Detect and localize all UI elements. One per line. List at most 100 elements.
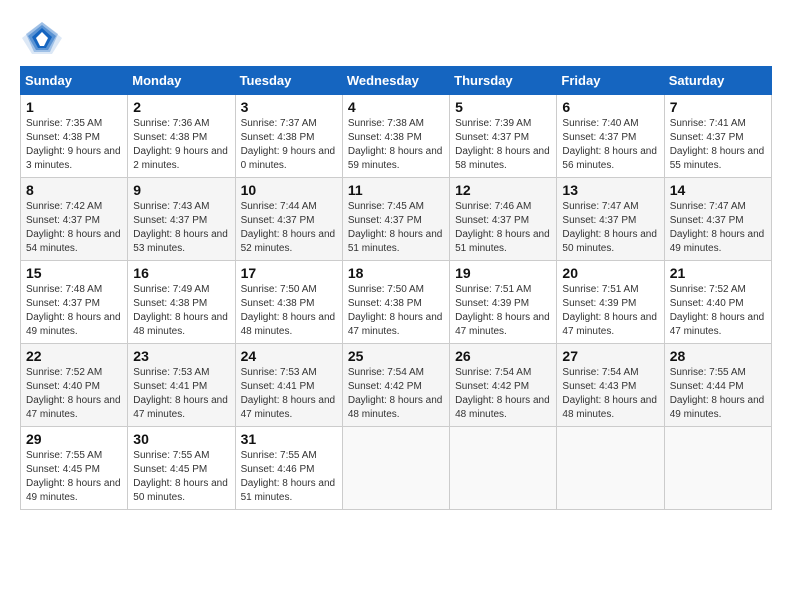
page-header <box>20 20 772 56</box>
day-number: 25 <box>348 348 444 364</box>
header-tuesday: Tuesday <box>235 67 342 95</box>
cell-content: Sunrise: 7:50 AMSunset: 4:38 PMDaylight:… <box>348 283 444 339</box>
day-number: 27 <box>562 348 658 364</box>
day-number: 4 <box>348 99 444 115</box>
cell-3-1: 23 Sunrise: 7:53 AMSunset: 4:41 PMDayligh… <box>128 344 235 427</box>
day-number: 8 <box>26 182 122 198</box>
calendar-header-row: SundayMondayTuesdayWednesdayThursdayFrid… <box>21 67 772 95</box>
week-row-4: 22 Sunrise: 7:52 AMSunset: 4:40 PMDayligh… <box>21 344 772 427</box>
cell-0-0: 1 Sunrise: 7:35 AMSunset: 4:38 PMDaylight… <box>21 95 128 178</box>
cell-content: Sunrise: 7:44 AMSunset: 4:37 PMDaylight:… <box>241 200 337 256</box>
cell-2-5: 20Sunrise: 7:51 AMSunset: 4:39 PMDayligh… <box>557 261 664 344</box>
day-number: 12 <box>455 182 551 198</box>
cell-content: Sunrise: 7:46 AMSunset: 4:37 PMDaylight:… <box>455 200 551 256</box>
cell-content: Sunrise: 7:42 AMSunset: 4:37 PMDaylight:… <box>26 200 122 256</box>
cell-content: Sunrise: 7:49 AMSunset: 4:38 PMDaylight:… <box>133 283 229 339</box>
cell-3-6: 28 Sunrise: 7:55 AMSunset: 4:44 PMDayligh… <box>664 344 771 427</box>
day-number: 23 <box>133 348 229 364</box>
day-number: 3 <box>241 99 337 115</box>
day-number: 10 <box>241 182 337 198</box>
cell-content: Sunrise: 7:53 AMSunset: 4:41 PMDaylight:… <box>241 366 337 422</box>
cell-content: Sunrise: 7:55 AMSunset: 4:44 PMDaylight:… <box>670 366 766 422</box>
day-number: 19 <box>455 265 551 281</box>
header-thursday: Thursday <box>450 67 557 95</box>
day-number: 14 <box>670 182 766 198</box>
cell-content: Sunrise: 7:50 AMSunset: 4:38 PMDaylight:… <box>241 283 337 339</box>
cell-2-2: 17 Sunrise: 7:50 AMSunset: 4:38 PMDayligh… <box>235 261 342 344</box>
header-wednesday: Wednesday <box>342 67 449 95</box>
cell-content: Sunrise: 7:54 AMSunset: 4:42 PMDaylight:… <box>455 366 551 422</box>
week-row-3: 15 Sunrise: 7:48 AMSunset: 4:37 PMDayligh… <box>21 261 772 344</box>
day-number: 11 <box>348 182 444 198</box>
cell-0-2: 3 Sunrise: 7:37 AMSunset: 4:38 PMDaylight… <box>235 95 342 178</box>
day-number: 15 <box>26 265 122 281</box>
cell-content: Sunrise: 7:54 AMSunset: 4:43 PMDaylight:… <box>562 366 658 422</box>
logo <box>20 20 68 56</box>
cell-content: Sunrise: 7:35 AMSunset: 4:38 PMDaylight:… <box>26 117 122 173</box>
day-number: 16 <box>133 265 229 281</box>
cell-3-2: 24 Sunrise: 7:53 AMSunset: 4:41 PMDayligh… <box>235 344 342 427</box>
day-number: 18 <box>348 265 444 281</box>
cell-1-6: 14Sunrise: 7:47 AMSunset: 4:37 PMDayligh… <box>664 178 771 261</box>
day-number: 6 <box>562 99 658 115</box>
cell-0-4: 5 Sunrise: 7:39 AMSunset: 4:37 PMDaylight… <box>450 95 557 178</box>
cell-content: Sunrise: 7:48 AMSunset: 4:37 PMDaylight:… <box>26 283 122 339</box>
cell-content: Sunrise: 7:53 AMSunset: 4:41 PMDaylight:… <box>133 366 229 422</box>
day-number: 26 <box>455 348 551 364</box>
cell-content: Sunrise: 7:45 AMSunset: 4:37 PMDaylight:… <box>348 200 444 256</box>
day-number: 7 <box>670 99 766 115</box>
cell-1-4: 12 Sunrise: 7:46 AMSunset: 4:37 PMDayligh… <box>450 178 557 261</box>
header-saturday: Saturday <box>664 67 771 95</box>
cell-content: Sunrise: 7:51 AMSunset: 4:39 PMDaylight:… <box>455 283 551 339</box>
cell-content: Sunrise: 7:55 AMSunset: 4:46 PMDaylight:… <box>241 449 337 505</box>
cell-3-5: 27 Sunrise: 7:54 AMSunset: 4:43 PMDayligh… <box>557 344 664 427</box>
day-number: 24 <box>241 348 337 364</box>
cell-4-1: 30Sunrise: 7:55 AMSunset: 4:45 PMDayligh… <box>128 427 235 510</box>
cell-1-0: 8 Sunrise: 7:42 AMSunset: 4:37 PMDaylight… <box>21 178 128 261</box>
cell-content: Sunrise: 7:37 AMSunset: 4:38 PMDaylight:… <box>241 117 337 173</box>
cell-3-3: 25 Sunrise: 7:54 AMSunset: 4:42 PMDayligh… <box>342 344 449 427</box>
cell-2-4: 19 Sunrise: 7:51 AMSunset: 4:39 PMDayligh… <box>450 261 557 344</box>
day-number: 22 <box>26 348 122 364</box>
cell-content: Sunrise: 7:52 AMSunset: 4:40 PMDaylight:… <box>670 283 766 339</box>
cell-content: Sunrise: 7:41 AMSunset: 4:37 PMDaylight:… <box>670 117 766 173</box>
day-number: 30 <box>133 431 229 447</box>
header-friday: Friday <box>557 67 664 95</box>
cell-content: Sunrise: 7:51 AMSunset: 4:39 PMDaylight:… <box>562 283 658 339</box>
day-number: 9 <box>133 182 229 198</box>
cell-3-4: 26 Sunrise: 7:54 AMSunset: 4:42 PMDayligh… <box>450 344 557 427</box>
cell-3-0: 22 Sunrise: 7:52 AMSunset: 4:40 PMDayligh… <box>21 344 128 427</box>
cell-content: Sunrise: 7:54 AMSunset: 4:42 PMDaylight:… <box>348 366 444 422</box>
cell-0-5: 6 Sunrise: 7:40 AMSunset: 4:37 PMDaylight… <box>557 95 664 178</box>
cell-1-1: 9Sunrise: 7:43 AMSunset: 4:37 PMDaylight… <box>128 178 235 261</box>
cell-content: Sunrise: 7:40 AMSunset: 4:37 PMDaylight:… <box>562 117 658 173</box>
day-number: 1 <box>26 99 122 115</box>
cell-content: Sunrise: 7:38 AMSunset: 4:38 PMDaylight:… <box>348 117 444 173</box>
day-number: 31 <box>241 431 337 447</box>
cell-2-1: 16 Sunrise: 7:49 AMSunset: 4:38 PMDayligh… <box>128 261 235 344</box>
day-number: 28 <box>670 348 766 364</box>
cell-content: Sunrise: 7:36 AMSunset: 4:38 PMDaylight:… <box>133 117 229 173</box>
header-sunday: Sunday <box>21 67 128 95</box>
cell-content: Sunrise: 7:52 AMSunset: 4:40 PMDaylight:… <box>26 366 122 422</box>
cell-4-6 <box>664 427 771 510</box>
day-number: 21 <box>670 265 766 281</box>
day-number: 2 <box>133 99 229 115</box>
cell-4-0: 29Sunrise: 7:55 AMSunset: 4:45 PMDayligh… <box>21 427 128 510</box>
day-number: 17 <box>241 265 337 281</box>
day-number: 29 <box>26 431 122 447</box>
cell-2-0: 15 Sunrise: 7:48 AMSunset: 4:37 PMDayligh… <box>21 261 128 344</box>
cell-1-5: 13Sunrise: 7:47 AMSunset: 4:37 PMDayligh… <box>557 178 664 261</box>
header-monday: Monday <box>128 67 235 95</box>
cell-2-6: 21 Sunrise: 7:52 AMSunset: 4:40 PMDayligh… <box>664 261 771 344</box>
cell-0-1: 2 Sunrise: 7:36 AMSunset: 4:38 PMDaylight… <box>128 95 235 178</box>
cell-1-3: 11 Sunrise: 7:45 AMSunset: 4:37 PMDayligh… <box>342 178 449 261</box>
day-number: 13 <box>562 182 658 198</box>
cell-1-2: 10 Sunrise: 7:44 AMSunset: 4:37 PMDayligh… <box>235 178 342 261</box>
cell-2-3: 18 Sunrise: 7:50 AMSunset: 4:38 PMDayligh… <box>342 261 449 344</box>
calendar-table: SundayMondayTuesdayWednesdayThursdayFrid… <box>20 66 772 510</box>
cell-0-6: 7 Sunrise: 7:41 AMSunset: 4:37 PMDaylight… <box>664 95 771 178</box>
cell-content: Sunrise: 7:39 AMSunset: 4:37 PMDaylight:… <box>455 117 551 173</box>
day-number: 5 <box>455 99 551 115</box>
cell-4-2: 31 Sunrise: 7:55 AMSunset: 4:46 PMDayligh… <box>235 427 342 510</box>
